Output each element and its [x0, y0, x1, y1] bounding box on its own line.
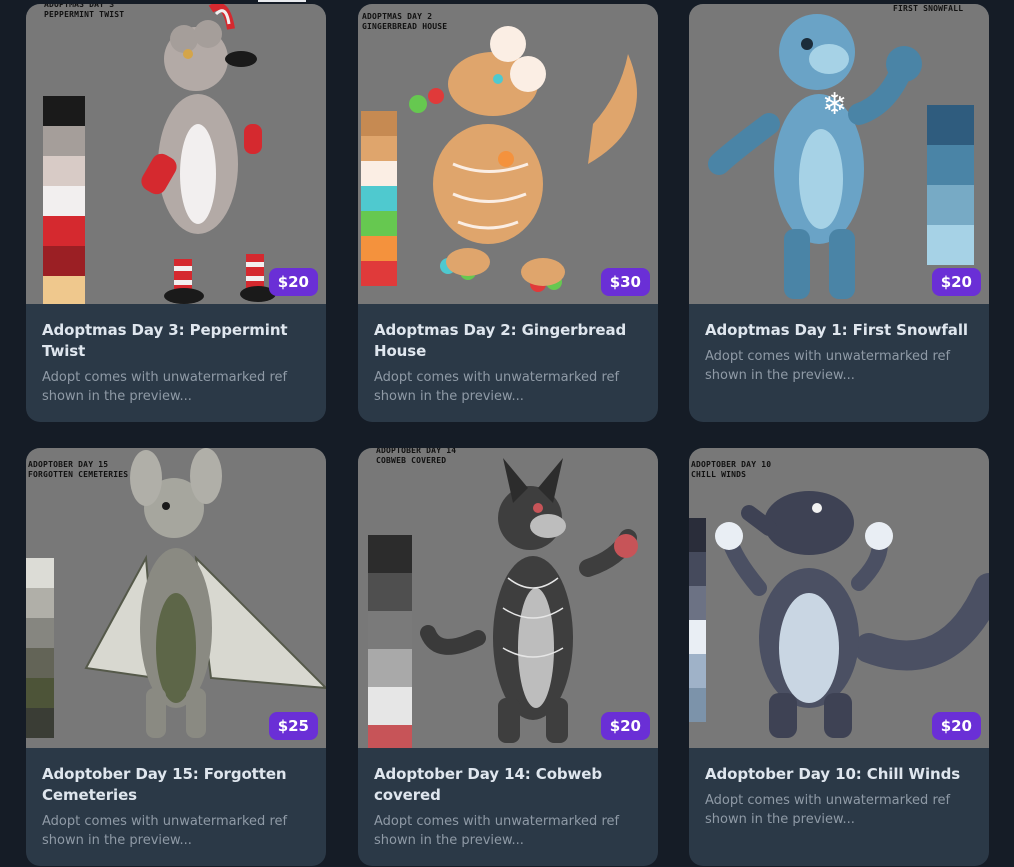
adopt-description: Adopt comes with unwatermarked ref shown… — [42, 814, 288, 848]
color-palette — [689, 518, 706, 722]
price-badge: $30 — [600, 268, 650, 296]
svg-text:❄: ❄ — [822, 87, 847, 122]
palette-swatch — [43, 126, 85, 156]
adopt-preview-image[interactable]: ❄ FIRST SNOWFALL $20 — [689, 4, 989, 304]
adopt-card[interactable]: ADOPTMAS DAY 3 PEPPERMINT TWIST $20 Adop… — [26, 4, 326, 422]
adopt-card[interactable]: ADOPTOBER DAY 14 COBWEB COVERED $20 Adop… — [358, 448, 658, 866]
palette-swatch — [927, 145, 974, 185]
adopt-description: Adopt comes with unwatermarked ref shown… — [374, 370, 620, 404]
price-badge: $20 — [931, 712, 981, 740]
image-caption: FIRST SNOWFALL — [893, 4, 964, 13]
palette-swatch — [361, 136, 397, 161]
palette-swatch — [368, 687, 412, 725]
palette-swatch — [361, 186, 397, 211]
palette-swatch — [689, 586, 706, 620]
color-palette — [927, 105, 974, 265]
palette-swatch — [26, 678, 54, 708]
palette-swatch — [26, 708, 54, 738]
palette-swatch — [368, 535, 412, 573]
color-palette — [43, 96, 85, 304]
adopt-preview-image[interactable]: ADOPTOBER DAY 15 FORGOTTEN CEMETERIES $2… — [26, 448, 326, 748]
color-palette — [361, 111, 397, 286]
palette-swatch — [689, 688, 706, 722]
price-badge: $20 — [268, 268, 318, 296]
palette-swatch — [927, 225, 974, 265]
palette-swatch — [43, 96, 85, 126]
palette-swatch — [26, 648, 54, 678]
character-illustration — [409, 26, 637, 292]
palette-swatch — [26, 558, 54, 588]
palette-swatch — [689, 552, 706, 586]
palette-swatch — [43, 246, 85, 276]
adopt-preview-image[interactable]: ADOPTMAS DAY 3 PEPPERMINT TWIST $20 — [26, 4, 326, 304]
palette-swatch — [368, 725, 412, 748]
adopt-title[interactable]: Adoptmas Day 3: Peppermint Twist — [42, 320, 310, 362]
adopt-description: Adopt comes with unwatermarked ref shown… — [42, 370, 288, 404]
palette-swatch — [361, 111, 397, 136]
palette-swatch — [43, 186, 85, 216]
adopt-card[interactable]: ADOPTOBER DAY 10 CHILL WINDS $20 Adoptob… — [689, 448, 989, 866]
adopt-card[interactable]: ADOPTOBER DAY 15 FORGOTTEN CEMETERIES $2… — [26, 448, 326, 866]
image-caption: ADOPTOBER DAY 15 FORGOTTEN CEMETERIES — [28, 460, 129, 479]
adopt-preview-image[interactable]: ADOPTMAS DAY 2 GINGERBREAD HOUSE $30 — [358, 4, 658, 304]
adopt-title[interactable]: Adoptmas Day 1: First Snowfall — [705, 320, 973, 341]
palette-swatch — [26, 618, 54, 648]
palette-swatch — [26, 588, 54, 618]
palette-swatch — [361, 161, 397, 186]
palette-swatch — [368, 649, 412, 687]
adopt-title[interactable]: Adoptober Day 14: Cobweb covered — [374, 764, 642, 806]
palette-swatch — [43, 156, 85, 186]
palette-swatch — [361, 211, 397, 236]
adopt-description: Adopt comes with unwatermarked ref shown… — [705, 793, 951, 827]
character-illustration — [84, 448, 326, 738]
palette-swatch — [43, 276, 85, 304]
image-caption: ADOPTOBER DAY 10 CHILL WINDS — [691, 460, 772, 479]
palette-swatch — [43, 216, 85, 246]
palette-swatch — [927, 105, 974, 145]
adopt-description: Adopt comes with unwatermarked ref shown… — [705, 349, 951, 383]
color-palette — [26, 558, 54, 738]
character-illustration — [715, 491, 989, 738]
adopt-title[interactable]: Adoptober Day 10: Chill Winds — [705, 764, 973, 785]
image-caption: ADOPTMAS DAY 3 PEPPERMINT TWIST — [44, 4, 125, 19]
palette-swatch — [689, 518, 706, 552]
palette-swatch — [361, 236, 397, 261]
price-badge: $20 — [600, 712, 650, 740]
price-badge: $25 — [268, 712, 318, 740]
price-badge: $20 — [931, 268, 981, 296]
topbar-fragment — [258, 0, 306, 2]
adopt-card[interactable]: ADOPTMAS DAY 2 GINGERBREAD HOUSE $30 Ado… — [358, 4, 658, 422]
palette-swatch — [689, 620, 706, 654]
adopt-preview-image[interactable]: ADOPTOBER DAY 14 COBWEB COVERED $20 — [358, 448, 658, 748]
adopt-card[interactable]: ❄ FIRST SNOWFALL $20 Adoptmas Day 1: Fir… — [689, 4, 989, 422]
palette-swatch — [927, 185, 974, 225]
adopt-title[interactable]: Adoptmas Day 2: Gingerbread House — [374, 320, 642, 362]
adopt-description: Adopt comes with unwatermarked ref shown… — [374, 814, 620, 848]
adopt-preview-image[interactable]: ADOPTOBER DAY 10 CHILL WINDS $20 — [689, 448, 989, 748]
image-caption: ADOPTMAS DAY 2 GINGERBREAD HOUSE — [362, 12, 448, 31]
palette-swatch — [368, 573, 412, 611]
palette-swatch — [368, 611, 412, 649]
palette-swatch — [689, 654, 706, 688]
adopt-title[interactable]: Adoptober Day 15: Forgotten Cemeteries — [42, 764, 310, 806]
palette-swatch — [361, 261, 397, 286]
color-palette — [368, 535, 412, 748]
image-caption: ADOPTOBER DAY 14 COBWEB COVERED — [376, 448, 457, 465]
